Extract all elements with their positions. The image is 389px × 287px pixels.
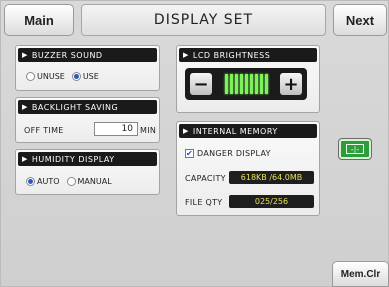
internal-memory-title: ▶ INTERNAL MEMORY bbox=[179, 124, 317, 138]
off-time-input[interactable]: 10 bbox=[94, 122, 138, 136]
buzzer-unuse-radio[interactable]: UNUSE bbox=[26, 72, 65, 81]
triangle-right-icon: ▶ bbox=[22, 155, 28, 163]
buzzer-sound-title: ▶ BUZZER SOUND bbox=[18, 48, 157, 62]
brightness-decrease-button[interactable]: − bbox=[190, 73, 212, 95]
brightness-bar bbox=[239, 74, 243, 94]
radio-on-icon bbox=[26, 177, 35, 186]
humidity-display-title: ▶ HUMIDITY DISPLAY bbox=[18, 152, 157, 166]
triangle-right-icon: ▶ bbox=[22, 51, 28, 59]
file-qty-label: FILE QTY bbox=[185, 198, 223, 207]
humidity-manual-label: MANUAL bbox=[77, 177, 112, 186]
status-toggle-button[interactable]: -|- bbox=[339, 139, 371, 159]
off-time-unit: MIN bbox=[140, 126, 157, 135]
memory-clear-button[interactable]: Mem.Clr bbox=[332, 261, 389, 287]
backlight-saving-title-label: BACKLIGHT SAVING bbox=[31, 102, 119, 112]
triangle-right-icon: ▶ bbox=[183, 51, 189, 59]
off-time-label: OFF TIME bbox=[24, 126, 64, 135]
humidity-auto-label: AUTO bbox=[37, 177, 60, 186]
brightness-bar bbox=[254, 74, 258, 94]
backlight-saving-panel: ▶ BACKLIGHT SAVING OFF TIME 10 MIN bbox=[15, 97, 160, 143]
checkmark-icon: ✔ bbox=[185, 149, 194, 158]
internal-memory-title-label: INTERNAL MEMORY bbox=[192, 126, 278, 136]
lcd-brightness-title-label: LCD BRIGHTNESS bbox=[192, 50, 271, 60]
lcd-brightness-panel: ▶ LCD BRIGHTNESS − + bbox=[176, 45, 320, 113]
brightness-bar bbox=[259, 74, 263, 94]
buzzer-use-radio[interactable]: USE bbox=[71, 72, 99, 81]
page-title: DISPLAY SET bbox=[81, 4, 326, 36]
split-screen-icon: -|- bbox=[346, 144, 364, 154]
buzzer-unuse-label: UNUSE bbox=[37, 72, 65, 81]
main-button[interactable]: Main bbox=[4, 4, 74, 36]
radio-off-icon bbox=[66, 177, 76, 186]
brightness-bar bbox=[244, 74, 248, 94]
buzzer-sound-title-label: BUZZER SOUND bbox=[31, 50, 103, 60]
capacity-label: CAPACITY bbox=[185, 174, 226, 183]
brightness-control: − + bbox=[185, 68, 307, 100]
display-set-screen: Main DISPLAY SET Next ▶ BUZZER SOUND UNU… bbox=[0, 0, 389, 287]
radio-on-icon bbox=[71, 72, 81, 81]
brightness-bar bbox=[224, 74, 228, 94]
capacity-value: 618KB /64.0MB bbox=[229, 171, 314, 184]
danger-display-label: DANGER DISPLAY bbox=[197, 149, 271, 158]
brightness-increase-button[interactable]: + bbox=[280, 73, 302, 95]
brightness-level-indicator bbox=[221, 74, 271, 94]
brightness-bar bbox=[264, 74, 268, 94]
triangle-right-icon: ▶ bbox=[22, 103, 28, 111]
buzzer-sound-panel: ▶ BUZZER SOUND UNUSE USE bbox=[15, 45, 160, 91]
humidity-display-title-label: HUMIDITY DISPLAY bbox=[31, 154, 115, 164]
humidity-auto-radio[interactable]: AUTO bbox=[26, 177, 60, 186]
file-qty-value: 025/256 bbox=[229, 195, 314, 208]
danger-display-checkbox[interactable]: ✔ DANGER DISPLAY bbox=[185, 149, 271, 158]
internal-memory-panel: ▶ INTERNAL MEMORY ✔ DANGER DISPLAY CAPAC… bbox=[176, 121, 320, 216]
brightness-bar bbox=[234, 74, 238, 94]
triangle-right-icon: ▶ bbox=[183, 127, 189, 135]
buzzer-use-label: USE bbox=[82, 72, 99, 81]
lcd-brightness-title: ▶ LCD BRIGHTNESS bbox=[179, 48, 317, 62]
brightness-bar bbox=[249, 74, 253, 94]
radio-off-icon bbox=[26, 72, 35, 81]
brightness-bar bbox=[229, 74, 233, 94]
backlight-saving-title: ▶ BACKLIGHT SAVING bbox=[18, 100, 157, 114]
next-button[interactable]: Next bbox=[333, 4, 387, 36]
humidity-manual-radio[interactable]: MANUAL bbox=[66, 177, 112, 186]
humidity-display-panel: ▶ HUMIDITY DISPLAY AUTO MANUAL bbox=[15, 149, 160, 195]
